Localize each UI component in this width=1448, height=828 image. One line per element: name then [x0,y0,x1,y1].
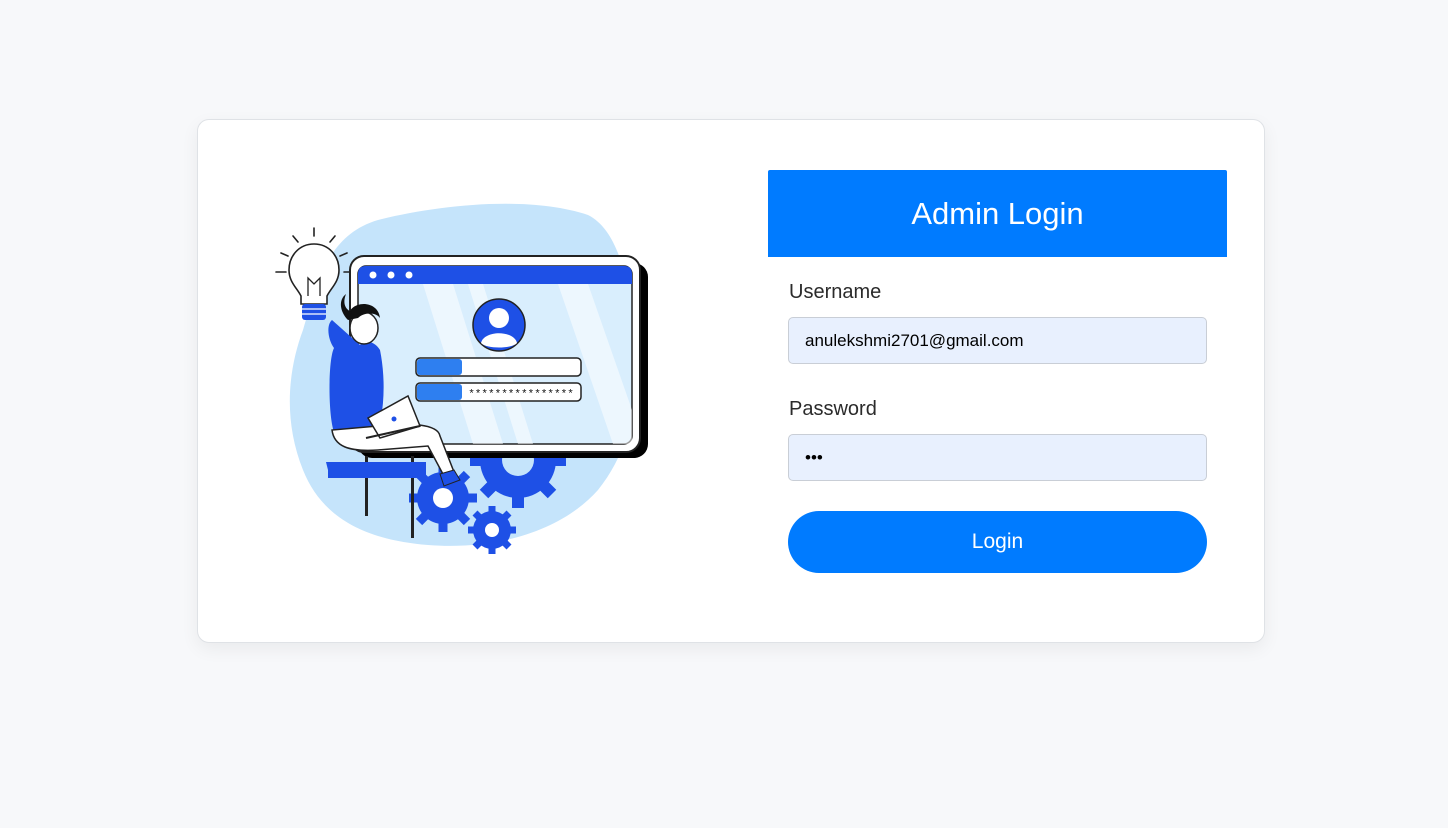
login-card: **************** Admin Login Username Pa… [197,119,1265,643]
illustration-password-mask: **************** [468,389,574,401]
gear-small-icon [468,506,516,554]
username-input[interactable] [788,317,1207,364]
login-illustration: **************** [275,203,648,554]
login-form: Admin Login Username Password Login [768,170,1228,573]
password-input[interactable] [788,434,1207,481]
password-label: Password [789,398,877,420]
username-label: Username [789,281,882,303]
user-avatar-icon [472,298,526,352]
form-title: Admin Login [768,170,1227,257]
login-button[interactable]: Login [788,511,1207,573]
